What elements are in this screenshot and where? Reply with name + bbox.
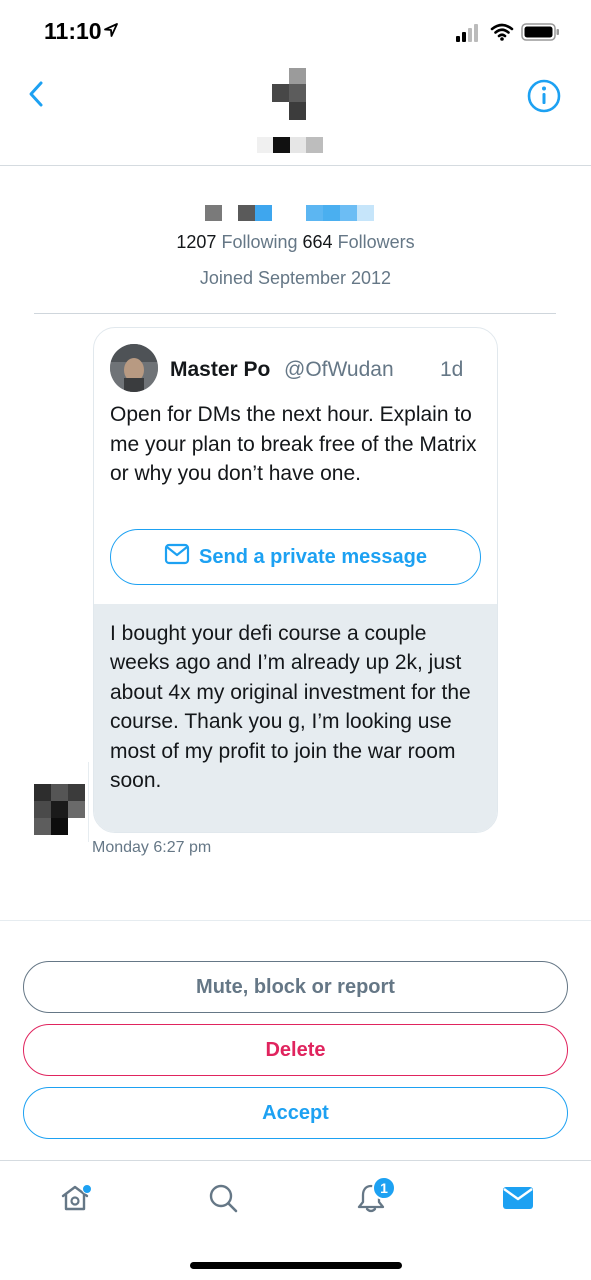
- mail-icon: [502, 1184, 534, 1217]
- divider: [34, 313, 556, 314]
- cellular-signal-icon: [456, 24, 482, 47]
- location-arrow-icon: [103, 22, 119, 43]
- tab-messages[interactable]: [488, 1175, 548, 1225]
- status-time: 11:10: [44, 18, 102, 44]
- delete-button[interactable]: Delete: [23, 1024, 568, 1076]
- battery-icon: [521, 22, 561, 47]
- home-unread-dot: [82, 1184, 92, 1194]
- mute-block-report-button[interactable]: Mute, block or report: [23, 961, 568, 1013]
- tab-home[interactable]: [45, 1175, 105, 1225]
- search-icon: [207, 1182, 239, 1219]
- send-private-message-button[interactable]: Send a private message: [110, 529, 481, 585]
- message-bubble: Master Po @OfWudan 1d Open for DMs the n…: [93, 327, 498, 833]
- following-count: 1207: [176, 232, 217, 252]
- reply-message: I bought your defi course a couple weeks…: [94, 604, 497, 832]
- tweet-text: Open for DMs the next hour. Explain to m…: [110, 403, 477, 485]
- tweet-time: 1d: [440, 358, 464, 381]
- tweet-author-handle: @OfWudan: [284, 358, 394, 381]
- profile-summary: 1207 Following 664 Followers Joined Sept…: [0, 166, 591, 316]
- followers-count: 664: [302, 232, 333, 252]
- reply-text: I bought your defi course a couple weeks…: [110, 622, 471, 793]
- notification-badge: 1: [372, 1176, 396, 1200]
- send-private-message-label: Send a private message: [199, 545, 427, 568]
- thread-line: [88, 762, 89, 842]
- info-button[interactable]: [526, 78, 562, 114]
- follow-stats: 1207 Following 664 Followers: [0, 232, 591, 253]
- chevron-left-icon: [27, 80, 45, 113]
- envelope-icon: [164, 543, 199, 571]
- tweet-author-name: Master Po: [170, 358, 271, 381]
- back-button[interactable]: [20, 80, 52, 112]
- sender-avatar[interactable]: [34, 784, 86, 836]
- following-label: Following: [221, 232, 298, 252]
- home-indicator: [190, 1262, 402, 1269]
- divider: [0, 920, 591, 921]
- followers-label: Followers: [337, 232, 415, 252]
- wifi-icon: [490, 22, 514, 47]
- joined-date: Joined September 2012: [199, 268, 392, 288]
- message-timestamp: Monday 6:27 pm: [92, 839, 212, 856]
- tab-search[interactable]: [193, 1175, 253, 1225]
- conversation-header: [0, 62, 591, 166]
- quoted-tweet[interactable]: Master Po @OfWudan 1d Open for DMs the n…: [94, 328, 497, 604]
- tweet-avatar: [110, 344, 158, 392]
- info-circle-icon: [526, 79, 562, 118]
- accept-button[interactable]: Accept: [23, 1087, 568, 1139]
- tab-notifications[interactable]: 1: [341, 1175, 401, 1225]
- status-bar: 11:10: [0, 0, 591, 62]
